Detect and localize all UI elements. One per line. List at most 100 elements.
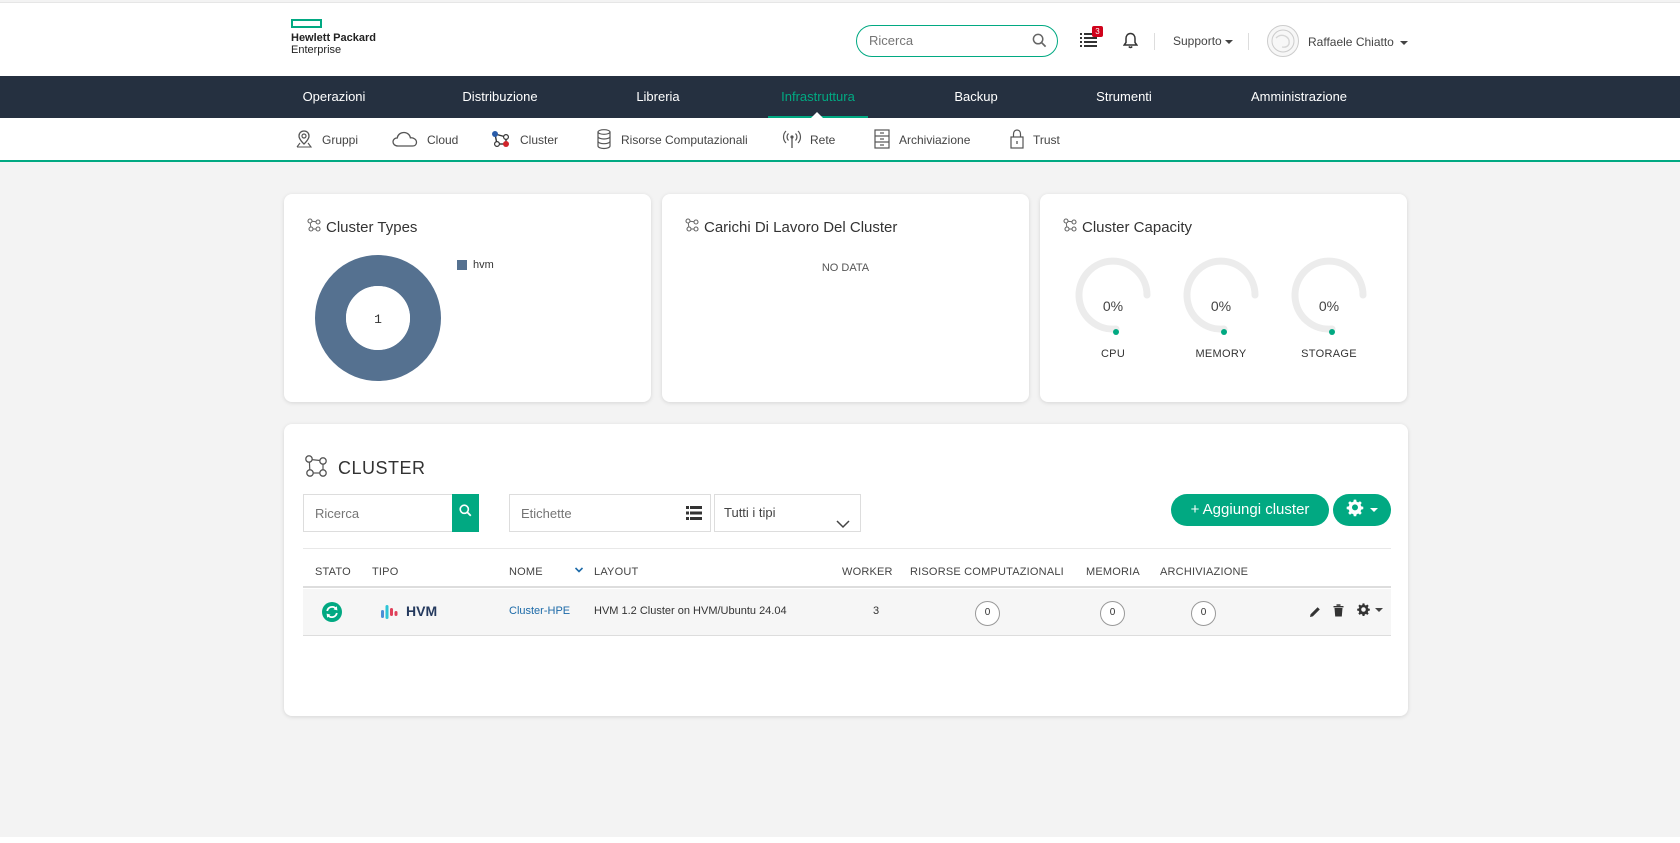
card-title: Carichi Di Lavoro Del Cluster (685, 218, 897, 236)
row-actions-menu[interactable] (1357, 603, 1384, 621)
gauge-cpu-label: CPU (1100, 348, 1126, 360)
table-header: STATO TIPO NOME LAYOUT WORKER RISORSE CO… (303, 548, 1391, 588)
subnav-trust[interactable]: Trust (1009, 128, 1060, 152)
global-search[interactable] (856, 25, 1058, 57)
notifications-bell-icon[interactable] (1122, 32, 1139, 54)
main-nav: Operazioni Distribuzione Libreria Infras… (0, 76, 1680, 118)
gauge-storage-ring (1291, 257, 1367, 335)
header-separator (1248, 33, 1249, 50)
logo-line2: Enterprise (291, 44, 342, 56)
page-footer (0, 837, 1680, 843)
subnav-archiviazione[interactable]: Archiviazione (873, 128, 970, 152)
card-title: Cluster Capacity (1063, 218, 1192, 236)
edit-pencil-icon[interactable] (1309, 605, 1321, 623)
gauge-memory-label: MEMORY (1195, 348, 1247, 360)
legend-item-hvm[interactable]: hvm (457, 259, 494, 271)
sort-chevron-icon[interactable] (574, 564, 584, 576)
cluster-icon (490, 129, 520, 152)
search-icon[interactable] (1032, 33, 1047, 53)
gauge-cpu-ring (1075, 257, 1151, 335)
col-risorse-computazionali[interactable]: RISORSE COMPUTAZIONALI (910, 566, 1064, 578)
task-list-icon (1080, 33, 1098, 52)
subnav-label: Cluster (520, 133, 559, 147)
legend-label: hvm (473, 259, 494, 271)
cluster-icon (304, 454, 338, 483)
tasks-badge: 3 (1092, 26, 1103, 37)
cluster-search[interactable] (303, 494, 479, 532)
nav-operazioni[interactable]: Operazioni (292, 76, 376, 118)
support-menu[interactable]: Supporto (1173, 34, 1233, 48)
gauge-storage-value: 0% (1318, 298, 1340, 314)
nav-backup[interactable]: Backup (948, 76, 1004, 118)
legend-swatch (457, 260, 467, 270)
cluster-name-link[interactable]: Cluster-HPE (509, 605, 570, 617)
cluster-small-icon (307, 218, 326, 236)
delete-trash-icon[interactable] (1333, 604, 1344, 622)
tags-input[interactable] (510, 495, 680, 531)
cloud-icon (391, 129, 427, 152)
gauge-storage: 0% STORAGE (1284, 250, 1374, 360)
col-nome[interactable]: NOME (509, 566, 543, 578)
cluster-workers: 3 (873, 605, 880, 617)
global-search-input[interactable] (869, 26, 1029, 55)
subnav-gruppi[interactable]: Gruppi (294, 128, 358, 152)
avatar[interactable] (1267, 25, 1299, 57)
cluster-small-icon (685, 218, 704, 236)
lock-icon (1009, 128, 1033, 153)
add-cluster-button[interactable]: + Aggiungi cluster (1171, 494, 1329, 526)
gear-icon (1346, 499, 1364, 522)
cluster-types-donut: 1 (315, 255, 441, 381)
hpe-logo[interactable]: Hewlett Packard Enterprise (291, 19, 376, 56)
subnav-label: Gruppi (322, 133, 359, 147)
col-tipo[interactable]: TIPO (372, 566, 398, 578)
subnav-risorse-computazionali[interactable]: Risorse Computazionali (595, 128, 748, 152)
cluster-workloads-card: Carichi Di Lavoro Del Cluster NO DATA (662, 194, 1029, 402)
chevron-down-icon (836, 507, 850, 543)
hvm-logo-icon (379, 602, 401, 627)
col-archiviazione[interactable]: ARCHIVIAZIONE (1160, 566, 1248, 578)
subnav-cloud[interactable]: Cloud (391, 128, 458, 152)
antenna-icon (782, 129, 810, 152)
cluster-search-input[interactable] (304, 495, 450, 531)
nav-strumenti[interactable]: Strumenti (1092, 76, 1156, 118)
cluster-type-label: HVM (406, 603, 438, 619)
tags-filter[interactable] (509, 494, 711, 532)
user-name: Raffaele Chiatto (1308, 35, 1394, 49)
table-row[interactable]: HVM Cluster-HPE HVM 1.2 Cluster on HVM/U… (303, 589, 1391, 636)
cluster-types-title: Cluster Types (326, 218, 418, 236)
type-select[interactable]: Tutti i tipi (714, 494, 861, 532)
tasks-button[interactable]: 3 (1080, 26, 1103, 53)
gauge-memory: 0% MEMORY (1176, 250, 1266, 360)
subnav-label: Trust (1033, 133, 1060, 147)
sub-nav: Gruppi Cloud Cluster Risorse Computazion… (0, 118, 1680, 162)
subnav-cluster[interactable]: Cluster (490, 128, 558, 152)
nav-libreria[interactable]: Libreria (629, 76, 687, 118)
subnav-label: Cloud (427, 133, 459, 147)
support-label: Supporto (1173, 34, 1222, 48)
page-title: CLUSTER (304, 454, 426, 483)
col-memoria[interactable]: MEMORIA (1086, 566, 1140, 578)
card-title: Cluster Types (307, 218, 417, 236)
cluster-capacity-card: Cluster Capacity 0% CPU 0% MEMORY 0% STO… (1040, 194, 1407, 402)
donut-center-value: 1 (374, 312, 382, 327)
search-button[interactable] (452, 494, 479, 532)
user-menu[interactable]: Raffaele Chiatto (1308, 35, 1408, 49)
search-icon (459, 504, 472, 522)
nav-amministrazione[interactable]: Amministrazione (1246, 76, 1352, 118)
no-data-text: NO DATA (821, 262, 870, 274)
list-icon[interactable] (686, 506, 702, 525)
subnav-label: Risorse Computazionali (621, 133, 748, 147)
col-stato[interactable]: STATO (315, 566, 351, 578)
hpe-logo-mark (291, 19, 322, 28)
database-icon (595, 128, 621, 153)
capacity-title: Cluster Capacity (1082, 218, 1193, 236)
chevron-down-icon (1375, 608, 1384, 612)
cluster-layout: HVM 1.2 Cluster on HVM/Ubuntu 24.04 (594, 605, 787, 617)
settings-menu-button[interactable] (1333, 494, 1391, 526)
cluster-types-card: Cluster Types 1 hvm (284, 194, 651, 402)
subnav-rete[interactable]: Rete (782, 128, 835, 152)
col-layout[interactable]: LAYOUT (594, 566, 638, 578)
nav-distribuzione[interactable]: Distribuzione (455, 76, 545, 118)
chevron-down-icon (1399, 40, 1408, 45)
col-worker[interactable]: WORKER (842, 566, 893, 578)
